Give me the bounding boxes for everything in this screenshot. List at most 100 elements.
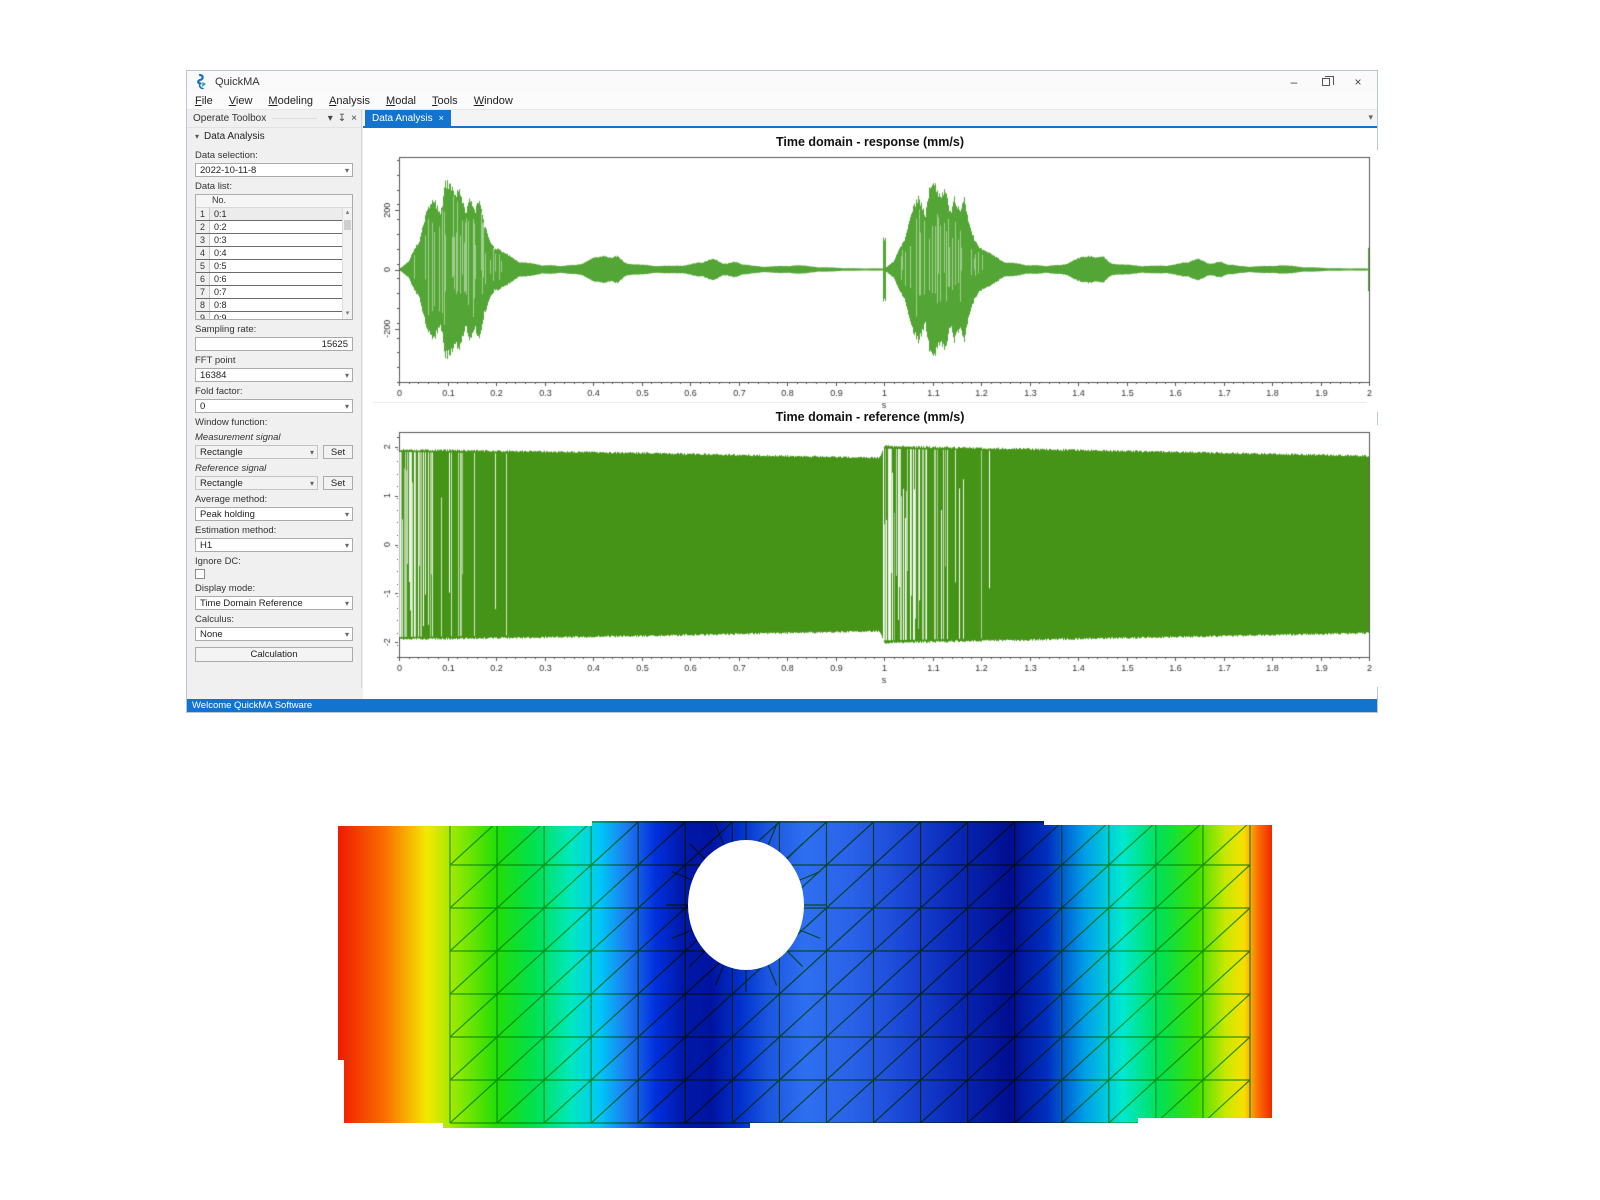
menu-view[interactable]: View: [229, 95, 253, 107]
data-list-label: Data list:: [195, 181, 353, 192]
menu-modal[interactable]: Modal: [386, 95, 416, 107]
calculation-button[interactable]: Calculation: [195, 647, 353, 662]
sampling-rate-input[interactable]: 15625: [195, 337, 353, 351]
status-text: Welcome QuickMA Software: [192, 700, 312, 711]
reference-signal-select[interactable]: Rectangle ▾: [195, 476, 318, 490]
title-bar: QuickMA – ×: [187, 71, 1377, 93]
operate-toolbox-panel: Operate Toolbox ▾ ↧ × ▾ Data Analysis Da…: [187, 110, 362, 688]
scroll-up-icon[interactable]: ▴: [343, 208, 352, 218]
data-list-scrollbar[interactable]: ▴ ▾: [342, 208, 352, 319]
restore-button[interactable]: [1317, 74, 1335, 90]
column-header-no: No.: [212, 195, 226, 207]
minimize-button[interactable]: –: [1285, 74, 1303, 90]
average-method-select[interactable]: Peak holding ▾: [195, 507, 353, 521]
toolbox-title: Operate Toolbox: [193, 113, 266, 124]
app-title: QuickMA: [215, 76, 260, 88]
ignore-dc-label: Ignore DC:: [195, 556, 353, 567]
data-analysis-view: Data Analysis × ▾ Time domain - response…: [363, 110, 1377, 699]
row-value: 0:5: [210, 260, 352, 272]
window-function-label: Window function:: [195, 417, 353, 428]
tab-data-analysis[interactable]: Data Analysis ×: [365, 110, 451, 126]
row-number: 8: [196, 299, 210, 311]
chevron-down-icon: ▾: [345, 510, 349, 519]
menu-modeling[interactable]: Modeling: [268, 95, 313, 107]
row-number: 6: [196, 273, 210, 285]
data-list-row[interactable]: 90:9: [196, 312, 352, 320]
tab-strip: Data Analysis × ▾: [363, 110, 1377, 128]
row-number: 4: [196, 247, 210, 259]
menu-tools[interactable]: Tools: [432, 95, 458, 107]
scrollbar-thumb[interactable]: [344, 220, 351, 230]
row-value: 0:6: [210, 273, 352, 285]
menu-file[interactable]: File: [195, 95, 213, 107]
chevron-down-icon: ▾: [310, 448, 314, 457]
reference-signal-label: Reference signal: [195, 463, 353, 474]
toolbox-close-icon[interactable]: ×: [351, 113, 357, 124]
fem-plate-hole: [688, 840, 804, 970]
row-value: 0:9: [210, 312, 352, 320]
data-selection-label: Data selection:: [195, 150, 353, 161]
close-button[interactable]: ×: [1349, 74, 1367, 90]
reference-signal-set-button[interactable]: Set: [323, 476, 353, 490]
fft-point-select[interactable]: 16384 ▾: [195, 368, 353, 382]
data-list-row[interactable]: 20:2: [196, 221, 352, 234]
row-value: 0:8: [210, 299, 352, 311]
estimation-method-select[interactable]: H1 ▾: [195, 538, 353, 552]
measurement-signal-set-button[interactable]: Set: [323, 445, 353, 459]
data-list-row[interactable]: 80:8: [196, 299, 352, 312]
menu-analysis[interactable]: Analysis: [329, 95, 370, 107]
row-value: 0:2: [210, 221, 352, 233]
chevron-down-icon: ▾: [345, 630, 349, 639]
data-list-table[interactable]: No. 10:120:230:340:450:560:670:780:890:9…: [195, 194, 353, 320]
chevron-down-icon: ▾: [345, 599, 349, 608]
calculus-select[interactable]: None ▾: [195, 627, 353, 641]
toolbox-pin-icon[interactable]: ↧: [338, 113, 346, 124]
row-number: 2: [196, 221, 210, 233]
data-selection-select[interactable]: 2022-10-11-8 ▾: [195, 163, 353, 177]
display-mode-select[interactable]: Time Domain Reference ▾: [195, 596, 353, 610]
data-list-row[interactable]: 60:6: [196, 273, 352, 286]
ignore-dc-checkbox[interactable]: [195, 569, 205, 579]
row-number: 1: [196, 208, 210, 220]
quickma-window: QuickMA – × File View Modeling Analysis Moda…: [186, 70, 1378, 713]
row-value: 0:4: [210, 247, 352, 259]
calculus-label: Calculus:: [195, 614, 353, 625]
data-list-row[interactable]: 30:3: [196, 234, 352, 247]
row-number: 7: [196, 286, 210, 298]
measurement-signal-select[interactable]: Rectangle ▾: [195, 445, 318, 459]
tab-close-icon[interactable]: ×: [439, 113, 444, 123]
data-list-row[interactable]: 50:5: [196, 260, 352, 273]
menu-window[interactable]: Window: [474, 95, 513, 107]
data-list-header: No.: [196, 195, 352, 208]
row-value: 0:3: [210, 234, 352, 246]
chevron-down-icon: ▾: [345, 402, 349, 411]
menu-bar: File View Modeling Analysis Modal Tools Window: [187, 93, 1377, 110]
sampling-rate-label: Sampling rate:: [195, 324, 353, 335]
row-number: 5: [196, 260, 210, 272]
response-time-domain-chart: [363, 150, 1379, 412]
chevron-down-icon: ▾: [345, 541, 349, 550]
average-method-label: Average method:: [195, 494, 353, 505]
quickma-logo-icon: [193, 74, 209, 90]
fold-factor-select[interactable]: 0 ▾: [195, 399, 353, 413]
fem-mode-shape-figure: [338, 820, 1272, 1128]
divider: [272, 118, 317, 119]
chart-title-response: Time domain - response (mm/s): [363, 135, 1377, 149]
chart-title-reference: Time domain - reference (mm/s): [363, 410, 1377, 424]
data-list-row[interactable]: 40:4: [196, 247, 352, 260]
toolbox-dropdown-icon[interactable]: ▾: [328, 113, 333, 124]
row-number: 9: [196, 312, 210, 320]
data-list-row[interactable]: 10:1: [196, 208, 352, 221]
fft-point-label: FFT point: [195, 355, 353, 366]
row-number: 3: [196, 234, 210, 246]
estimation-method-label: Estimation method:: [195, 525, 353, 536]
fem-mesh-grid: [338, 820, 1272, 1128]
data-list-row[interactable]: 70:7: [196, 286, 352, 299]
scroll-down-icon[interactable]: ▾: [343, 309, 352, 319]
measurement-signal-label: Measurement signal: [195, 432, 353, 443]
pushpin-icon[interactable]: ▾: [1368, 112, 1373, 123]
section-title: Data Analysis: [204, 131, 265, 142]
chevron-down-icon: ▾: [310, 479, 314, 488]
section-collapse-icon[interactable]: ▾: [195, 132, 199, 141]
restore-icon: [1322, 78, 1330, 86]
